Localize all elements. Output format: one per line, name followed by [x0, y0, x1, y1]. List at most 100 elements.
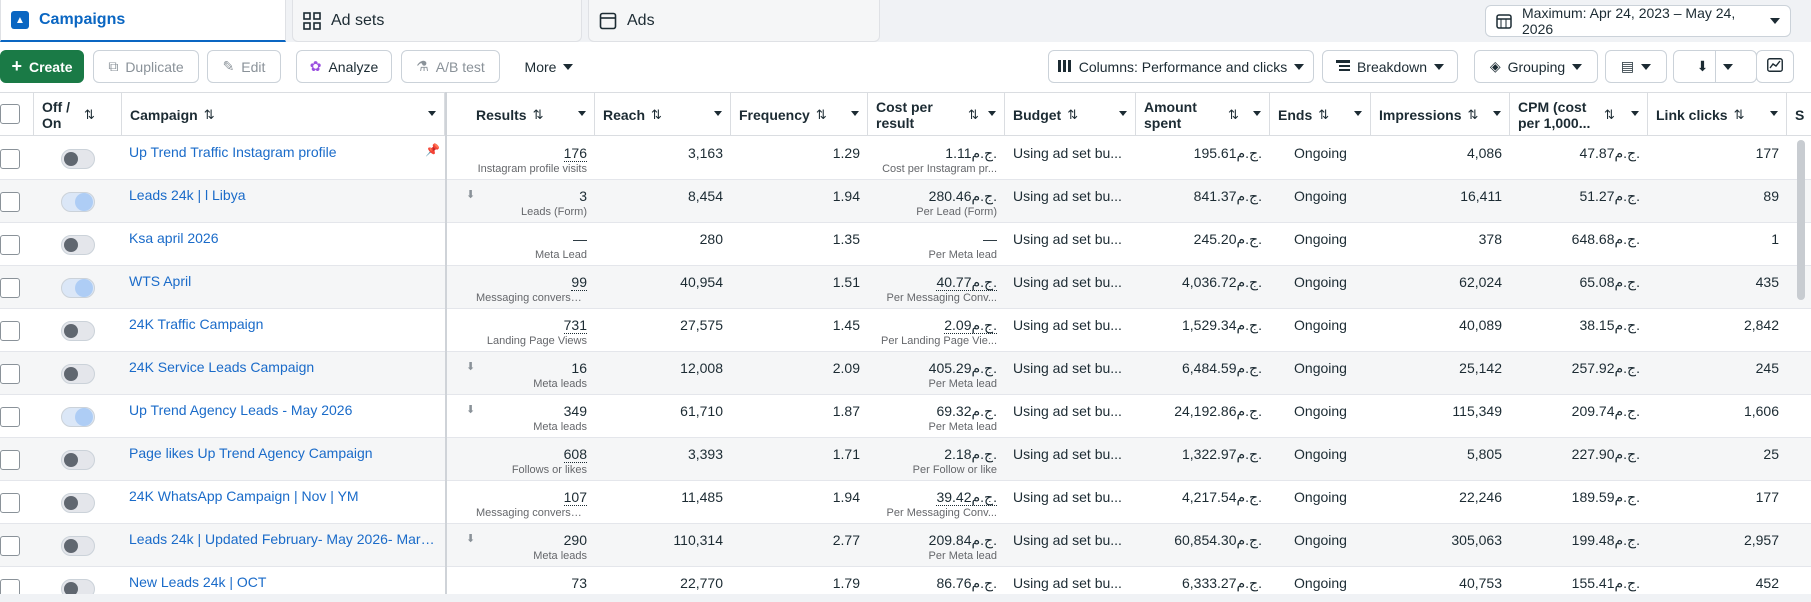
col-cost-per-result[interactable]: Cost per result ⇅	[868, 93, 1005, 136]
col-cpm[interactable]: CPM (cost per 1,000... ⇅	[1510, 93, 1648, 136]
chevron-down-icon[interactable]	[1119, 111, 1127, 116]
table-row[interactable]: Page likes Up Trend Agency Campaign 608 Fo…	[0, 438, 1811, 481]
campaign-name-link[interactable]: 24K Service Leads Campaign	[129, 359, 439, 375]
breakdown-button[interactable]: Breakdown	[1322, 50, 1458, 83]
vertical-scrollbar[interactable]	[1797, 140, 1805, 300]
campaign-name-link[interactable]: Leads 24k | l Libya	[129, 187, 439, 203]
tab-campaigns[interactable]: ▲ Campaigns	[0, 0, 286, 42]
pin-icon[interactable]: 📌	[425, 143, 440, 157]
table-row[interactable]: 24K Service Leads Campaign ⬇ 16 Meta leads 1…	[0, 352, 1811, 395]
create-button[interactable]: + Create	[0, 50, 84, 83]
row-checkbox[interactable]	[0, 450, 20, 470]
row-checkbox[interactable]	[0, 192, 20, 212]
tab-ads[interactable]: Ads	[588, 0, 880, 42]
reports-button[interactable]: ▤	[1605, 50, 1667, 83]
table-row[interactable]: 24K WhatsApp Campaign | Nov | YM 107 Messa…	[0, 481, 1811, 524]
col-budget[interactable]: Budget ⇅	[1005, 93, 1136, 136]
sort-icon[interactable]: ⇅	[533, 107, 544, 123]
result-value[interactable]: 3	[579, 188, 587, 204]
campaign-toggle[interactable]	[61, 493, 95, 513]
campaign-toggle[interactable]	[61, 149, 95, 169]
edit-button[interactable]: ✎ Edit	[207, 50, 281, 83]
chart-button[interactable]	[1756, 50, 1794, 83]
chevron-down-icon[interactable]	[851, 111, 859, 116]
col-frequency[interactable]: Frequency ⇅	[731, 93, 868, 136]
campaign-name-link[interactable]: Leads 24k | Updated February- May 2026- …	[129, 531, 439, 547]
table-row[interactable]: Up Trend Agency Leads - May 2026 ⬇ 349 Meta…	[0, 395, 1811, 438]
campaign-toggle[interactable]	[61, 321, 95, 341]
sort-icon[interactable]: ⇅	[1318, 107, 1329, 123]
table-row[interactable]: 24K Traffic Campaign 731 Landing Page View…	[0, 309, 1811, 352]
sort-icon[interactable]: ⇅	[651, 107, 662, 123]
chevron-down-icon[interactable]	[428, 111, 436, 116]
date-range-picker[interactable]: Maximum: Apr 24, 2023 – May 24, 2026	[1485, 5, 1791, 37]
result-value[interactable]: 608	[563, 446, 587, 463]
chevron-down-icon[interactable]	[1253, 111, 1261, 116]
table-row[interactable]: Leads 24k | Updated February- May 2026- …	[0, 524, 1811, 567]
result-value[interactable]: 99	[571, 274, 587, 291]
campaign-name-link[interactable]: 24K WhatsApp Campaign | Nov | YM	[129, 488, 439, 504]
result-value[interactable]: 176	[563, 145, 587, 162]
table-row[interactable]: Ksa april 2026 — Meta Lead 280 1.35 — Per Meta…	[0, 223, 1811, 266]
result-value[interactable]: 107	[563, 489, 587, 506]
campaign-name-link[interactable]: Ksa april 2026	[129, 230, 439, 246]
col-next[interactable]: S	[1787, 93, 1811, 136]
campaign-name-link[interactable]: Page likes Up Trend Agency Campaign	[129, 445, 439, 461]
row-checkbox[interactable]	[0, 278, 20, 298]
sort-icon[interactable]: ⇅	[816, 107, 827, 123]
col-impressions[interactable]: Impressions ⇅	[1371, 93, 1510, 136]
col-results[interactable]: Results ⇅	[468, 93, 595, 136]
campaign-name-link[interactable]: Up Trend Agency Leads - May 2026	[129, 402, 439, 418]
columns-button[interactable]: Columns: Performance and clicks	[1048, 50, 1314, 83]
sort-icon[interactable]: ⇅	[1604, 107, 1615, 123]
chevron-down-icon[interactable]	[1354, 111, 1362, 116]
col-link-clicks[interactable]: Link clicks ⇅	[1648, 93, 1787, 136]
col-ends[interactable]: Ends ⇅	[1270, 93, 1371, 136]
chevron-down-icon[interactable]	[1631, 111, 1639, 116]
sort-icon[interactable]: ⇅	[84, 107, 95, 123]
chevron-down-icon[interactable]	[1493, 111, 1501, 116]
table-row[interactable]: WTS April 99 Messaging conversat... 40,954 1…	[0, 266, 1811, 309]
result-value[interactable]: 73	[571, 575, 587, 591]
sort-icon[interactable]: ⇅	[204, 107, 215, 123]
result-value[interactable]: 290	[564, 532, 587, 548]
tab-ad-sets[interactable]: Ad sets	[292, 0, 582, 42]
frozen-column-divider[interactable]	[445, 92, 447, 602]
campaign-toggle[interactable]	[61, 192, 95, 212]
col-reach[interactable]: Reach ⇅	[595, 93, 731, 136]
select-all-checkbox[interactable]	[0, 104, 20, 124]
campaign-toggle[interactable]	[61, 278, 95, 298]
more-button[interactable]: More	[512, 50, 586, 83]
col-amount-spent[interactable]: Amount spent ⇅	[1136, 93, 1270, 136]
col-campaign[interactable]: Campaign ⇅	[122, 93, 445, 136]
horizontal-scrollbar[interactable]	[0, 594, 1811, 602]
campaign-name-link[interactable]: New Leads 24k | OCT	[129, 574, 439, 590]
chevron-down-icon[interactable]	[988, 111, 996, 116]
sort-icon[interactable]: ⇅	[1228, 107, 1239, 123]
export-button[interactable]: ⬇	[1673, 50, 1757, 83]
ab-test-button[interactable]: ⚗ A/B test	[401, 50, 500, 83]
result-value[interactable]: 349	[564, 403, 587, 419]
table-row[interactable]: Up Trend Traffic Instagram profile 📌 176 In…	[0, 137, 1811, 180]
row-checkbox[interactable]	[0, 493, 20, 513]
chevron-down-icon[interactable]	[1770, 111, 1778, 116]
campaign-name-link[interactable]: 24K Traffic Campaign	[129, 316, 439, 332]
analyze-button[interactable]: ✿ Analyze	[296, 50, 392, 83]
chevron-down-icon[interactable]	[578, 111, 586, 116]
campaign-toggle[interactable]	[61, 407, 95, 427]
campaign-name-link[interactable]: WTS April	[129, 273, 439, 289]
row-checkbox[interactable]	[0, 364, 20, 384]
chevron-down-icon[interactable]	[714, 111, 722, 116]
table-row[interactable]: Leads 24k | l Libya ⬇ 3 Leads (Form) 8,454 1.…	[0, 180, 1811, 223]
row-checkbox[interactable]	[0, 536, 20, 556]
campaign-toggle[interactable]	[61, 450, 95, 470]
duplicate-button[interactable]: ⧉ Duplicate	[93, 50, 199, 83]
result-value[interactable]: 731	[563, 317, 587, 334]
campaign-toggle[interactable]	[61, 364, 95, 384]
campaign-toggle[interactable]	[61, 235, 95, 255]
result-value[interactable]: 16	[571, 360, 587, 376]
sort-icon[interactable]: ⇅	[1067, 107, 1078, 123]
row-checkbox[interactable]	[0, 321, 20, 341]
result-value[interactable]: —	[573, 231, 587, 247]
sort-icon[interactable]: ⇅	[1467, 107, 1478, 123]
